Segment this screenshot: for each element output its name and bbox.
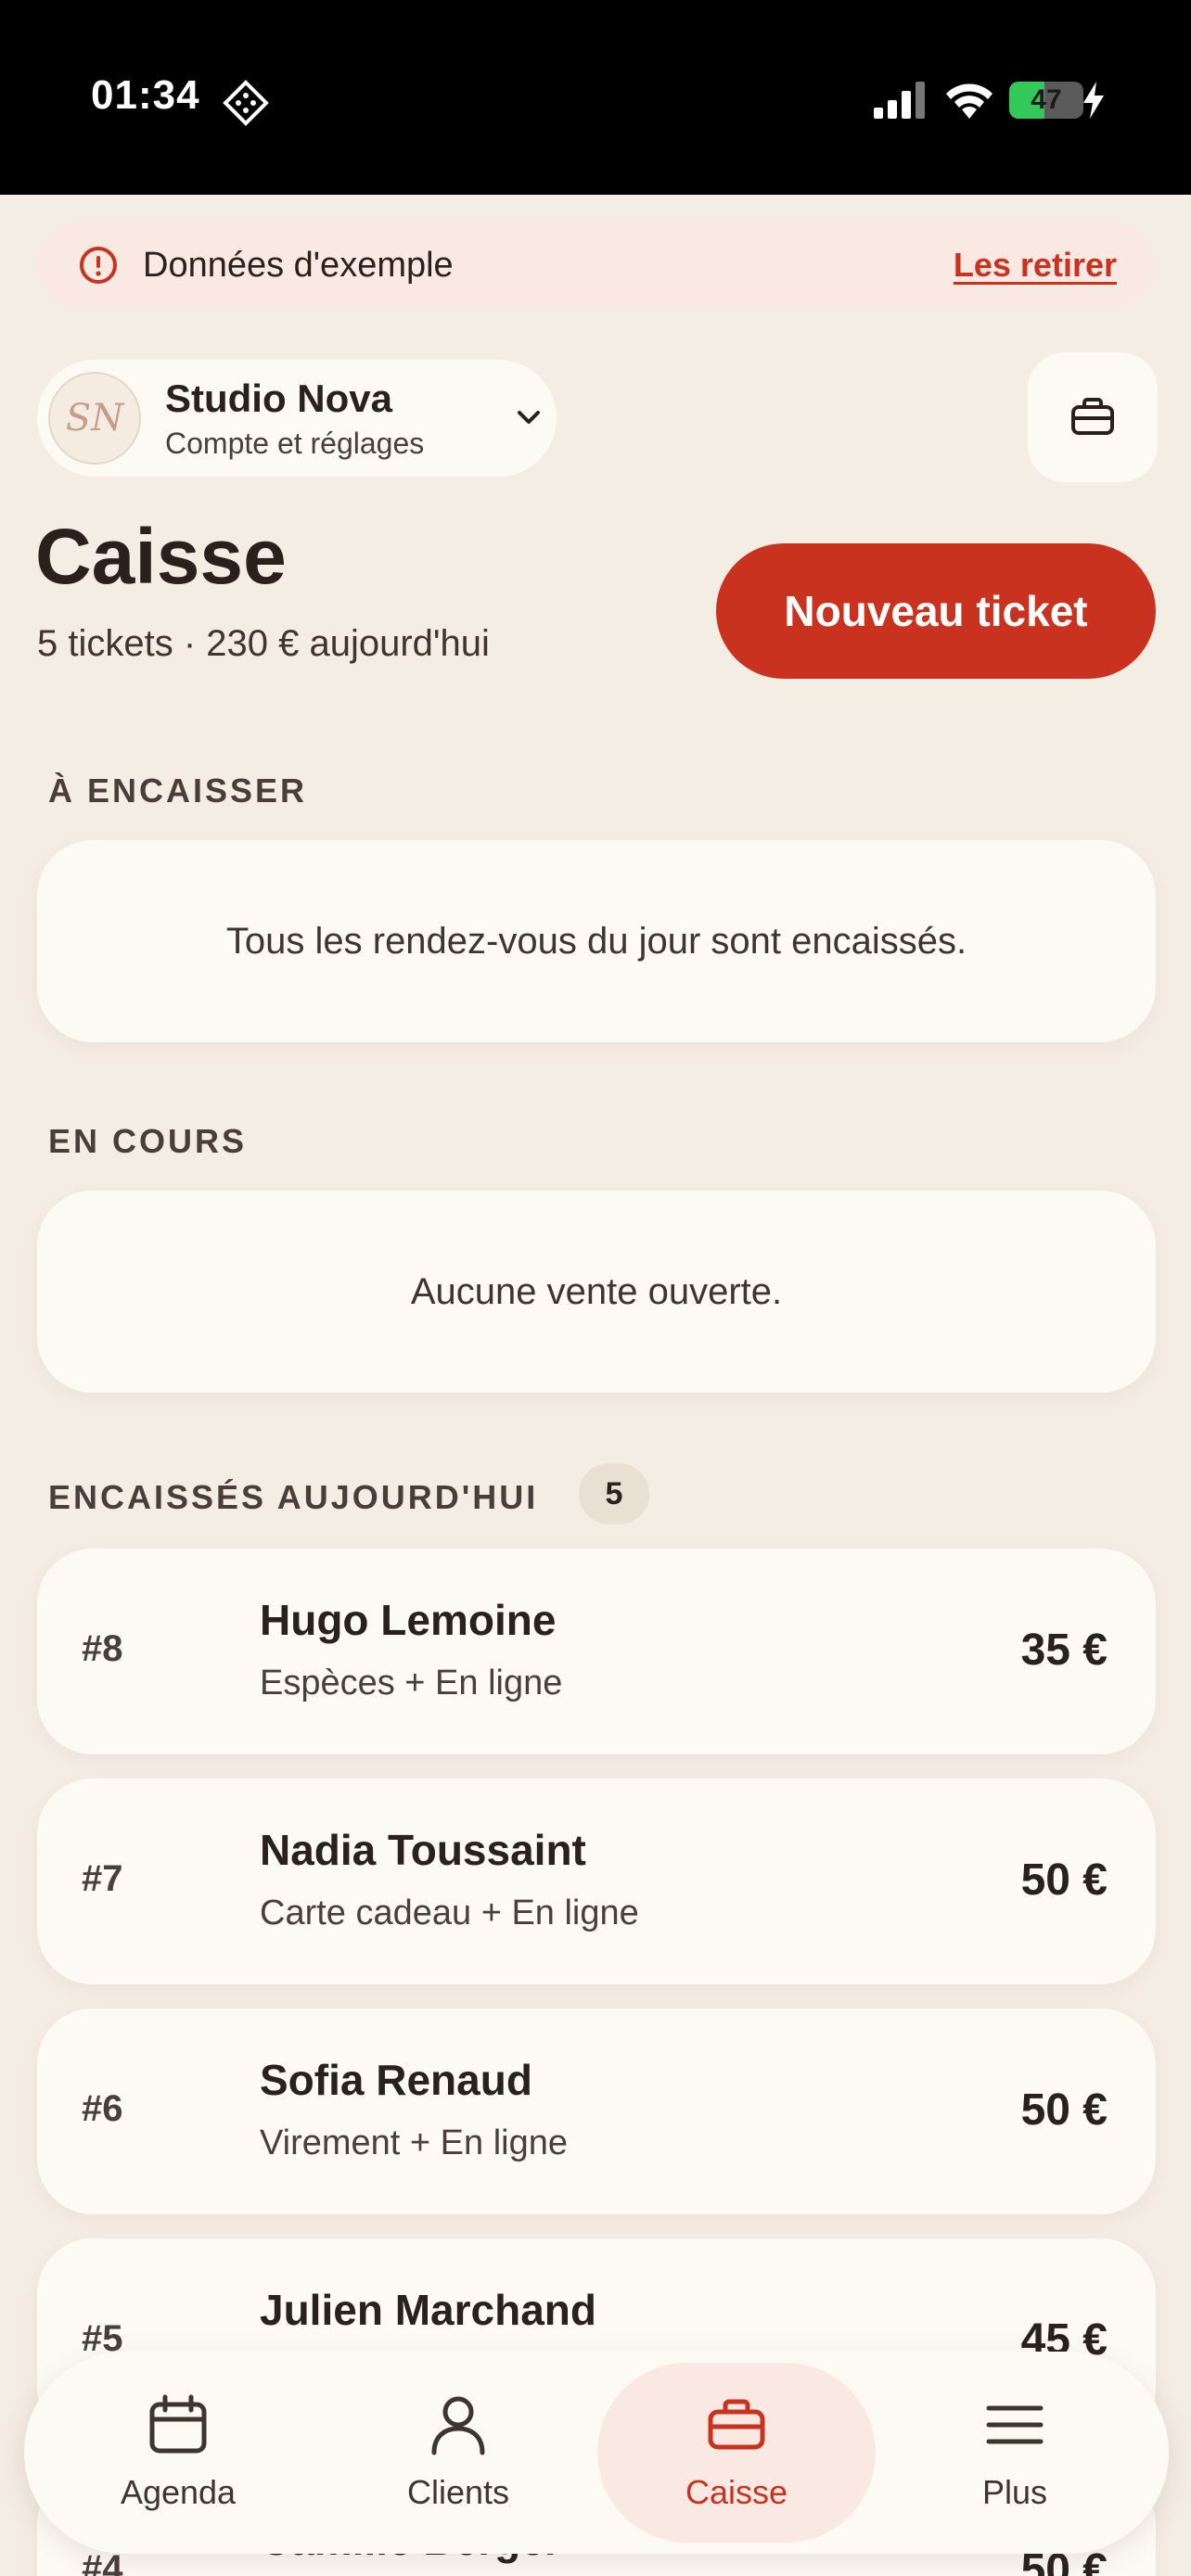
account-switcher[interactable]: SN Studio Nova Compte et réglages [37, 360, 557, 477]
to-collect-empty-card: Tous les rendez-vous du jour sont encais… [37, 840, 1156, 1042]
ticket-row[interactable]: #6 Sofia Renaud Virement + En ligne 50 € [37, 2009, 1156, 2214]
ticket-amount: 50 € [1020, 2085, 1108, 2135]
new-ticket-button[interactable]: Nouveau ticket [716, 543, 1156, 679]
section-to-collect-label: À ENCAISSER [48, 772, 308, 810]
page-subtitle: 5 tickets · 230 € aujourd'hui [37, 623, 490, 664]
tab-agenda[interactable]: Agenda [39, 2363, 317, 2543]
ticket-amount: 50 € [1020, 1855, 1108, 1905]
tab-label: Caisse [685, 2473, 788, 2511]
ticket-number: #6 [82, 2088, 123, 2129]
cellular-signal-icon [874, 82, 925, 119]
ticket-number: #8 [82, 1628, 123, 1669]
section-collected-label: ENCAISSÉS AUJOURD'HUI [48, 1478, 539, 1516]
tab-label: Agenda [120, 2473, 237, 2511]
ticket-number: #7 [82, 1858, 123, 1899]
tab-label: Plus [981, 2473, 1048, 2511]
banner-text: Données d'exemple [143, 245, 454, 285]
register-button[interactable] [1028, 352, 1158, 482]
bottom-tab-bar: Agenda Clients Caisse Plus [24, 2352, 1169, 2554]
battery-percent: 47 [1031, 84, 1062, 115]
sample-data-banner: Données d'exemple Les retirer [37, 223, 1154, 308]
ticket-row[interactable]: #7 Nadia Toussaint Carte cadeau + En lig… [37, 1779, 1156, 1984]
tab-label: Clients [406, 2473, 510, 2511]
ticket-payment-method: Espèces + En ligne [260, 1664, 563, 1702]
register-icon [708, 2399, 765, 2450]
info-icon [80, 247, 117, 284]
ticket-client-name: Nadia Toussaint [260, 1826, 586, 1874]
ticket-amount: 35 € [1020, 1626, 1108, 1675]
wifi-icon [946, 83, 992, 119]
account-subtitle: Compte et réglages [165, 426, 425, 460]
ticket-client-name: Hugo Lemoine [260, 1596, 557, 1644]
ticket-client-name: Sofia Renaud [260, 2056, 532, 2104]
in-progress-empty-text: Aucune vente ouverte. [410, 1270, 783, 1312]
charging-bolt-icon [1083, 82, 1104, 119]
page-title: Caisse [35, 513, 287, 600]
tab-plus[interactable]: Plus [876, 2363, 1154, 2543]
remove-sample-data-link[interactable]: Les retirer [954, 246, 1117, 285]
register-icon [1071, 398, 1114, 435]
ticket-row[interactable]: #8 Hugo Lemoine Espèces + En ligne 35 € [37, 1549, 1156, 1754]
focus-mode-icon [223, 80, 269, 126]
status-bar: 01:34 47 [0, 0, 1191, 195]
tab-caisse[interactable]: Caisse [597, 2363, 876, 2543]
menu-icon [986, 2405, 1044, 2444]
ticket-client-name: Julien Marchand [260, 2286, 596, 2334]
person-icon [431, 2396, 485, 2455]
section-in-progress-label: EN COURS [48, 1122, 248, 1160]
to-collect-empty-text: Tous les rendez-vous du jour sont encais… [225, 920, 967, 962]
calendar-icon [149, 2394, 207, 2454]
in-progress-empty-card: Aucune vente ouverte. [37, 1191, 1156, 1393]
collected-count-badge: 5 [579, 1463, 649, 1524]
battery-indicator: 47 [1009, 82, 1083, 119]
account-text: Studio Nova Compte et réglages [165, 376, 424, 461]
chevron-down-icon [518, 411, 540, 424]
status-time: 01:34 [91, 72, 200, 118]
avatar: SN [48, 372, 141, 465]
tab-clients[interactable]: Clients [319, 2363, 597, 2543]
ticket-payment-method: Carte cadeau + En ligne [260, 1894, 639, 1932]
account-name: Studio Nova [165, 376, 393, 420]
ticket-payment-method: Virement + En ligne [260, 2123, 568, 2162]
